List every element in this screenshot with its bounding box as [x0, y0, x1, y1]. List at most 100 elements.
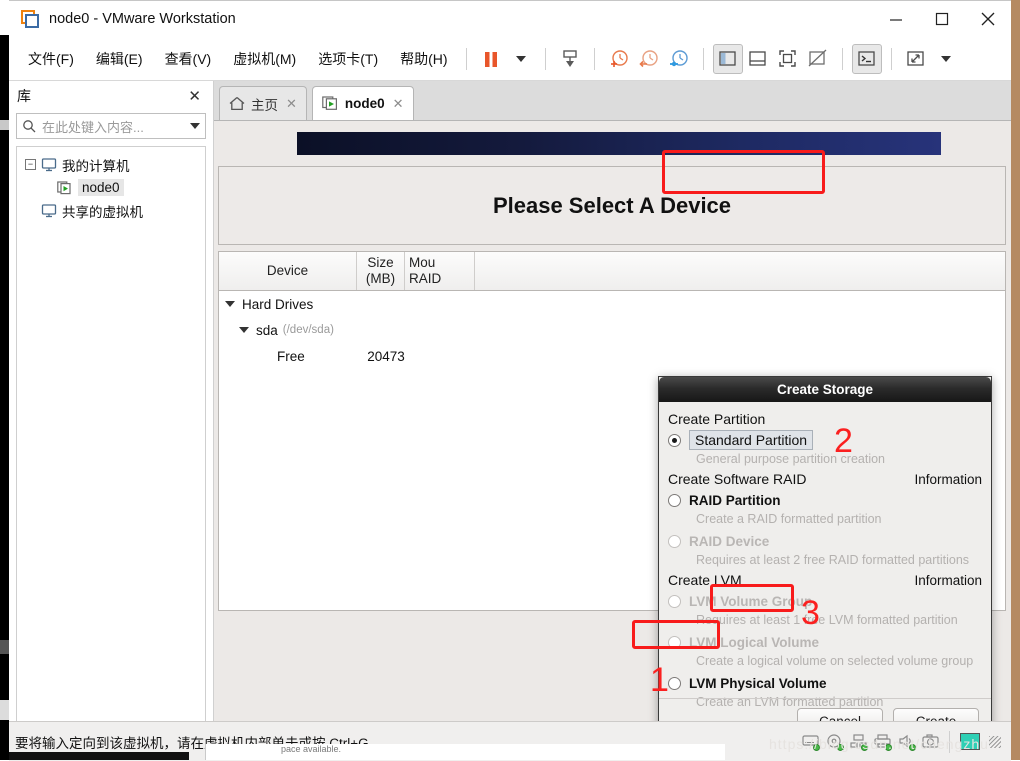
computer-icon	[41, 157, 57, 171]
row-expander-icon[interactable]	[239, 327, 249, 333]
annotation-number-1: 1	[650, 661, 669, 699]
column-header-size-line1: Size	[367, 255, 394, 271]
suspend-dropdown-caret-icon[interactable]	[506, 44, 536, 74]
option-label: RAID Partition	[689, 492, 781, 508]
radio-standard-partition[interactable]	[668, 433, 681, 447]
tab-close-icon[interactable]: ✕	[286, 96, 297, 112]
menu-toolbar: 文件(F) 编辑(E) 查看(V) 虚拟机(M) 选项卡(T) 帮助(H)	[9, 37, 1011, 81]
maximize-icon[interactable]	[919, 1, 965, 37]
menu-item-view[interactable]: 查看(V)	[156, 45, 221, 73]
section-info-link[interactable]: Information	[914, 573, 982, 588]
toolbar-separator	[841, 47, 843, 70]
resize-grip-icon[interactable]	[989, 735, 1001, 748]
option-description: Requires at least 2 free RAID formatted …	[696, 553, 970, 567]
snapshot-take-icon[interactable]	[604, 44, 634, 74]
column-header-mount-line1: Mou	[409, 255, 436, 271]
toolbar-separator	[593, 47, 595, 70]
tab-node0[interactable]: node0 ✕	[311, 86, 414, 120]
toolbar-separator	[465, 47, 467, 70]
console-view-icon[interactable]	[851, 43, 882, 74]
device-name: sda	[256, 322, 278, 338]
menu-item-vm[interactable]: 虚拟机(M)	[224, 45, 305, 73]
menu-item-tabs[interactable]: 选项卡(T)	[309, 45, 387, 73]
device-table-body: Hard Drives sda (/dev/sda) Free 20473	[219, 291, 1005, 369]
device-name: Hard Drives	[242, 296, 314, 312]
view-dropdown-caret-icon[interactable]	[931, 44, 961, 74]
suspend-icon[interactable]	[476, 44, 506, 74]
tree-expander-icon[interactable]: −	[25, 159, 36, 170]
column-header-rest[interactable]	[475, 252, 1005, 290]
unity-mode-icon[interactable]	[803, 44, 833, 74]
show-library-icon[interactable]	[712, 43, 743, 74]
option-label: RAID Device	[689, 533, 770, 549]
dialog-cancel-button[interactable]: Cancel	[797, 708, 883, 721]
annotation-number-2: 2	[834, 422, 853, 460]
search-input[interactable]: 在此处键入内容...	[42, 117, 190, 136]
table-row[interactable]: Free 20473	[219, 343, 1005, 369]
section-title: Create LVM	[668, 572, 742, 588]
send-ctrl-alt-del-icon[interactable]	[555, 44, 585, 74]
radio-raid-partition[interactable]	[668, 493, 681, 507]
sidebar-item-label: 共享的虚拟机	[62, 204, 143, 220]
table-row[interactable]: sda (/dev/sda)	[219, 317, 1005, 343]
sidebar-item-label: node0	[78, 179, 124, 196]
radio-raid-device	[668, 534, 681, 548]
window-controls	[873, 1, 1011, 37]
library-close-icon[interactable]: ✕	[184, 87, 205, 105]
menu-item-edit[interactable]: 编辑(E)	[87, 45, 152, 73]
dialog-create-button[interactable]: Create	[893, 708, 979, 721]
background-window-strip-2	[9, 752, 189, 760]
row-expander-icon[interactable]	[225, 301, 235, 307]
column-header-size[interactable]: Size (MB)	[357, 252, 405, 290]
device-path: (/dev/sda)	[282, 324, 334, 336]
installer-header-box: Please Select A Device	[218, 166, 1006, 245]
menu-item-file[interactable]: 文件(F)	[19, 45, 83, 73]
option-label: Standard Partition	[689, 430, 814, 450]
search-icon	[23, 120, 36, 133]
stretch-view-icon[interactable]	[901, 44, 931, 74]
minimize-icon[interactable]	[873, 1, 919, 37]
lvm-physical-volume-option[interactable]: LVM Physical Volume	[668, 672, 982, 694]
section-info-link[interactable]: Information	[914, 472, 982, 487]
dialog-body: Create Partition Standard Partition Gene…	[659, 402, 991, 711]
option-label: LVM Volume Group	[689, 593, 813, 609]
installer-banner	[297, 132, 941, 155]
section-title: Create Software RAID	[668, 471, 807, 487]
column-header-device[interactable]: Device	[219, 252, 357, 290]
sidebar-item-shared-vms[interactable]: 共享的虚拟机	[17, 199, 205, 222]
section-header-create-lvm: Create LVM Information	[668, 572, 982, 588]
sidebar-item-node0[interactable]: node0	[17, 176, 205, 199]
column-header-mount-point[interactable]: Mou RAID	[405, 252, 475, 290]
tab-strip: 主页 ✕ node0 ✕	[214, 81, 1011, 121]
annotation-number-3: 3	[801, 594, 820, 632]
tab-home[interactable]: 主页 ✕	[219, 86, 307, 120]
sidebar-item-my-computer[interactable]: − 我的计算机	[17, 153, 205, 176]
table-row[interactable]: Hard Drives	[219, 291, 1005, 317]
chevron-down-icon[interactable]	[190, 123, 200, 129]
close-icon[interactable]	[965, 1, 1011, 37]
menu-item-help[interactable]: 帮助(H)	[391, 45, 456, 73]
tab-label: 主页	[251, 97, 278, 113]
page-title: Please Select A Device	[492, 192, 732, 218]
create-storage-dialog[interactable]: Create Storage Create Partition Standard…	[658, 376, 992, 721]
option-description: Requires at least 1 free LVM formatted p…	[696, 613, 958, 627]
full-screen-icon[interactable]	[773, 44, 803, 74]
snapshot-manager-icon[interactable]	[664, 44, 694, 74]
desktop-left-edge-block	[0, 640, 9, 654]
radio-lvm-physical-volume[interactable]	[668, 676, 681, 690]
column-header-mount-line2: RAID	[409, 271, 442, 286]
vm-console-screen[interactable]: Please Select A Device Device Size (MB) …	[214, 121, 1011, 721]
tab-close-icon[interactable]: ✕	[393, 96, 404, 112]
sidebar-item-label: 我的计算机	[62, 158, 130, 174]
snapshot-revert-icon[interactable]	[634, 44, 664, 74]
library-search-box[interactable]: 在此处键入内容...	[16, 113, 206, 139]
dialog-title: Create Storage	[659, 377, 991, 402]
desktop-left-edge-block	[0, 700, 9, 720]
shared-vm-icon	[41, 203, 57, 217]
library-tree: − 我的计算机 node0 共享的虚拟机	[16, 146, 206, 731]
show-thumbnail-bar-icon[interactable]	[743, 44, 773, 74]
device-table-header: Device Size (MB) Mou RAID	[219, 252, 1005, 291]
raid-partition-option[interactable]: RAID Partition	[668, 489, 982, 511]
standard-partition-option[interactable]: Standard Partition	[668, 429, 982, 451]
toolbar-separator	[544, 47, 546, 70]
